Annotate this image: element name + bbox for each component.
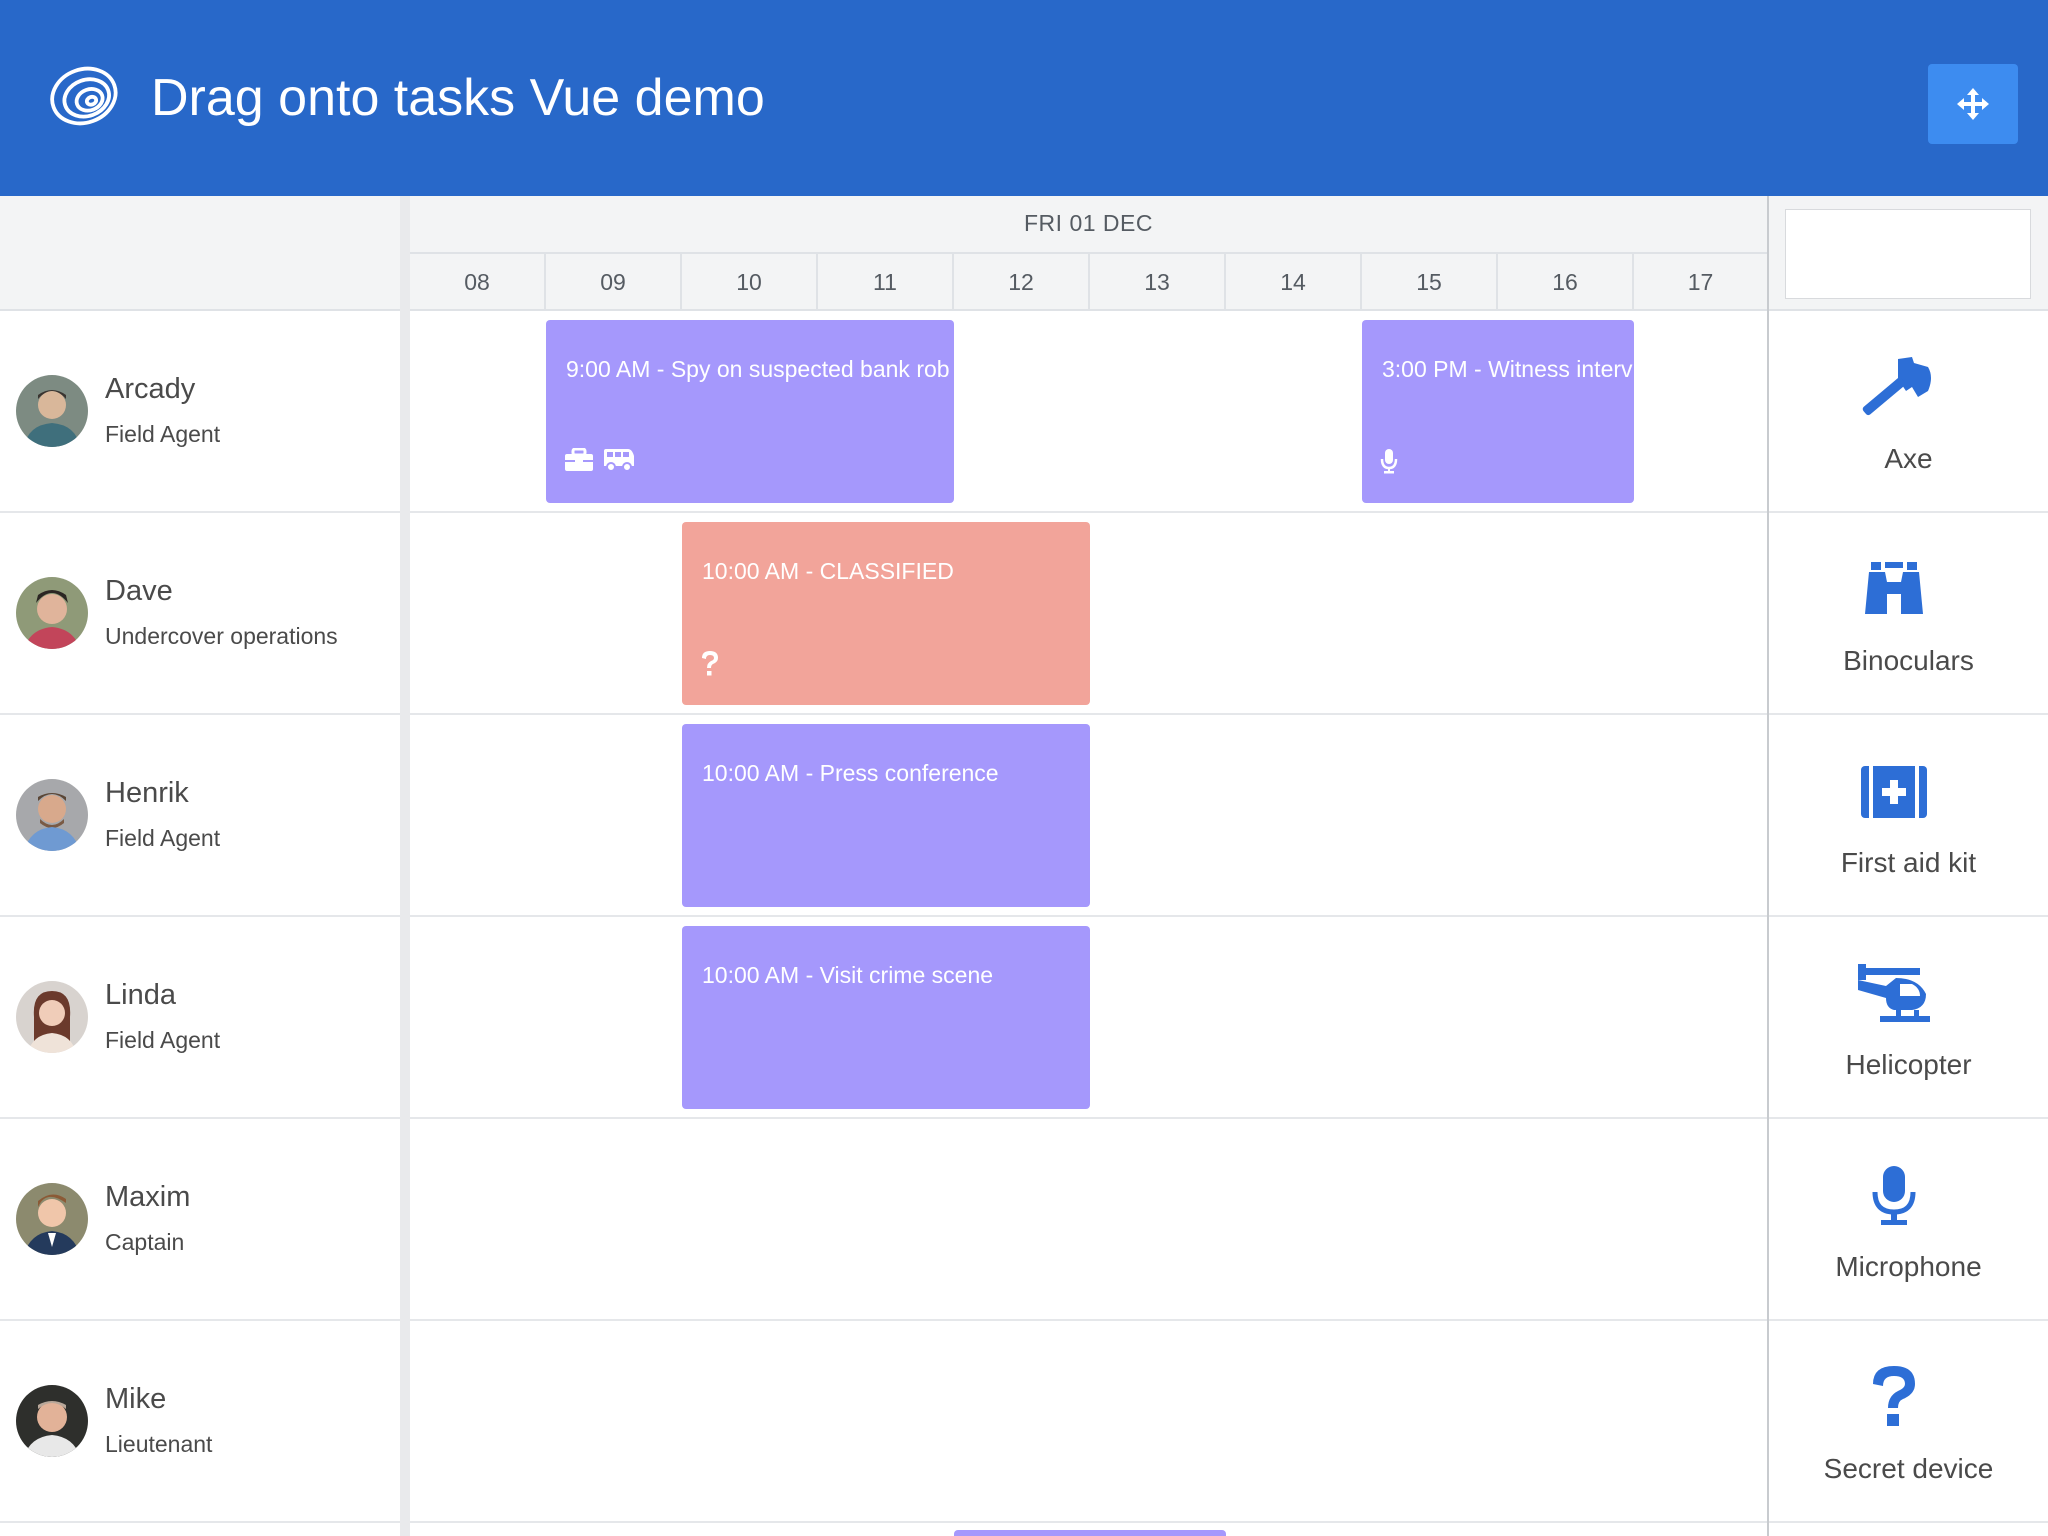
hour-cell: 15 [1362, 254, 1498, 311]
resource-grid: Arcady Field Agent Dave Undercover opera… [0, 196, 400, 1536]
binoculars-icon [1854, 549, 1934, 629]
resource-role: Field Agent [105, 421, 221, 447]
move-button[interactable] [1928, 64, 2018, 144]
resource-grid-header [0, 196, 400, 311]
equipment-label: Axe [1884, 443, 1933, 474]
toolbox-icon [565, 448, 593, 471]
event-label: 9:00 AM - Spy on suspected bank rob [566, 356, 950, 382]
resource-role: Lieutenant [105, 1431, 213, 1457]
hour-cell: 14 [1226, 254, 1362, 311]
event-label: 10:00 AM - Visit crime scene [702, 962, 994, 988]
avatar [16, 981, 88, 1053]
equipment-header [1769, 196, 2048, 311]
avatar [16, 779, 88, 851]
equipment-grid: Axe Binoculars First aid kit Helicopter … [1769, 196, 2048, 1536]
avatar [16, 1183, 88, 1255]
hour-cell: 13 [1090, 254, 1226, 311]
van-icon [604, 449, 634, 472]
schedule-row[interactable] [410, 1321, 1767, 1523]
resource-role: Undercover operations [105, 623, 338, 649]
resource-name: Maxim [105, 1181, 191, 1213]
arrows-move-icon [1957, 88, 1989, 120]
resource-row[interactable]: Linda Field Agent [0, 917, 400, 1119]
event-icons [564, 448, 636, 472]
equipment-item-axe[interactable]: Axe [1769, 311, 2048, 513]
resource-row[interactable]: Henrik Field Agent [0, 715, 400, 917]
equipment-label: Helicopter [1845, 1049, 1972, 1080]
microphone-icon [1854, 1155, 1934, 1235]
schedule-area[interactable]: FRI 01 DEC 08 09 10 11 12 13 14 15 16 17… [410, 196, 1767, 1536]
equipment-item-binoculars[interactable]: Binoculars [1769, 513, 2048, 715]
resource-name: Linda [105, 979, 176, 1011]
resource-name: Arcady [105, 373, 196, 405]
event-label: 10:00 AM - CLASSIFIED [702, 558, 954, 584]
hour-row: 08 09 10 11 12 13 14 15 16 17 [410, 252, 1767, 311]
event-bar[interactable]: 3:00 PM - Witness interv [1362, 320, 1634, 503]
resource-name: Henrik [105, 777, 189, 809]
hour-cell: 11 [818, 254, 954, 311]
avatar [16, 1385, 88, 1457]
app-header: Drag onto tasks Vue demo [0, 0, 2048, 196]
event-bar[interactable]: 10:00 AM - CLASSIFIED [682, 522, 1090, 705]
page-title: Drag onto tasks Vue demo [151, 69, 765, 127]
resource-name: Dave [105, 575, 173, 607]
equipment-item-secret-device[interactable]: Secret device [1769, 1321, 2048, 1523]
first-aid-kit-icon [1854, 751, 1934, 831]
avatar [16, 375, 88, 447]
event-label: 3:00 PM - Witness interv [1382, 356, 1633, 382]
resource-role: Field Agent [105, 825, 221, 851]
equipment-label: First aid kit [1840, 847, 1977, 878]
event-label: 10:00 AM - Press conference [702, 760, 999, 786]
resource-name: Mike [105, 1383, 167, 1415]
resource-row[interactable]: Dave Undercover operations [0, 513, 400, 715]
hour-cell: 17 [1687, 269, 1714, 295]
question-icon [702, 651, 718, 676]
event-icons [1380, 448, 1398, 474]
question-icon [1854, 1357, 1934, 1437]
equipment-item-microphone[interactable]: Microphone [1769, 1119, 2048, 1321]
equipment-filter-input[interactable] [1785, 209, 2031, 299]
event-bar[interactable] [954, 1530, 1226, 1536]
avatar [16, 577, 88, 649]
bryntum-logo-icon [50, 66, 118, 126]
hour-cell: 08 [410, 254, 546, 311]
equipment-label: Binoculars [1843, 645, 1974, 676]
hour-cell: 16 [1498, 254, 1634, 311]
event-bar[interactable]: 10:00 AM - Press conference [682, 724, 1090, 907]
equipment-label: Secret device [1823, 1453, 1994, 1484]
resource-row[interactable]: Mike Lieutenant [0, 1321, 400, 1523]
hour-cell: 09 [546, 254, 682, 311]
grid-splitter[interactable] [400, 196, 410, 1536]
resource-row[interactable]: Arcady Field Agent [0, 311, 400, 513]
event-bar[interactable]: 9:00 AM - Spy on suspected bank rob [546, 320, 954, 503]
equipment-label: Microphone [1835, 1251, 1982, 1282]
hour-cell: 10 [682, 254, 818, 311]
equipment-item-first-aid-kit[interactable]: First aid kit [1769, 715, 2048, 917]
event-bar[interactable]: 10:00 AM - Visit crime scene [682, 926, 1090, 1109]
timeline-header: FRI 01 DEC 08 09 10 11 12 13 14 15 16 17 [410, 196, 1767, 311]
resource-role: Captain [105, 1229, 185, 1255]
event-icons [700, 650, 720, 678]
hour-cell: 12 [954, 254, 1090, 311]
resource-row[interactable]: Maxim Captain [0, 1119, 400, 1321]
microphone-icon [1380, 449, 1398, 474]
resource-role: Field Agent [105, 1027, 221, 1053]
axe-icon [1854, 347, 1934, 427]
equipment-item-helicopter[interactable]: Helicopter [1769, 917, 2048, 1119]
date-label: FRI 01 DEC [1024, 210, 1153, 236]
schedule-row[interactable] [410, 1119, 1767, 1321]
helicopter-icon [1854, 953, 1934, 1033]
